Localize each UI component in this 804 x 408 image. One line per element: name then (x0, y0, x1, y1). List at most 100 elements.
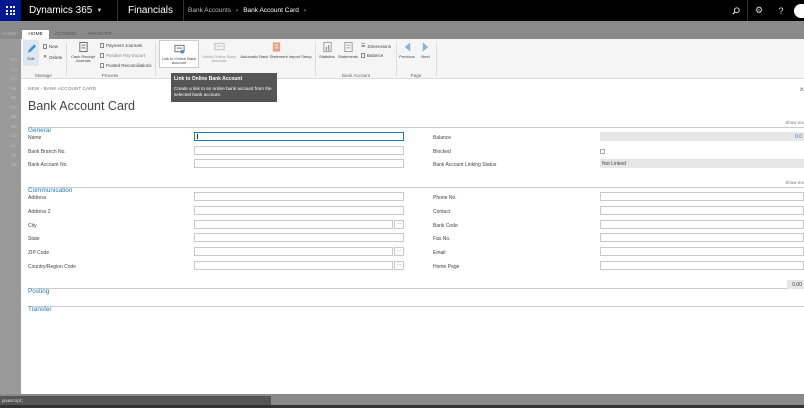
journal-icon (78, 41, 88, 53)
background-item: Cu (11, 66, 17, 72)
background-item: Ch (11, 76, 17, 81)
previous-button[interactable]: Previous (398, 41, 416, 59)
cash-receipt-journals-label: Cash Receipt Journals (70, 54, 95, 64)
statistics-label: Statistics (318, 54, 335, 59)
bank-account-no-label: Bank Account No. (28, 162, 68, 168)
country-region-code-field[interactable] (194, 261, 393, 270)
city-field[interactable] (194, 220, 393, 229)
bank-code-field[interactable] (600, 220, 804, 229)
statements-icon (343, 41, 353, 53)
bank-branch-no-label: Bank Branch No. (28, 149, 66, 155)
fasttab-transfer[interactable]: Transfer (28, 298, 804, 313)
background-item: Ca (11, 133, 17, 138)
address-2-field[interactable] (194, 206, 404, 215)
background-item: Pu (11, 104, 17, 110)
avatar[interactable] (794, 3, 804, 18)
show-more-link[interactable]: Show mo (785, 120, 804, 125)
unlink-online-bank-account-label: Unlink Online Bank Account (201, 54, 237, 64)
fasttab-transfer-title: Transfer (28, 306, 52, 313)
ribbon-group-page: Previous Next Page (397, 39, 435, 79)
positive-pay-export-button[interactable]: Positive Pay Export (100, 53, 145, 58)
breadcrumb-bank-accounts[interactable]: Bank Accounts (188, 7, 231, 14)
ribbon-group-manage: Edit New ✕ Delete Manage (21, 39, 66, 79)
new-button-label: New (49, 44, 59, 49)
show-more-link[interactable]: Show mo (785, 180, 804, 185)
zip-code-lookup-button[interactable]: ... (394, 247, 404, 256)
brand-menu[interactable]: Dynamics 365 ▼ (29, 5, 117, 16)
arrow-right-icon (422, 42, 429, 52)
name-label: Name (28, 135, 42, 141)
payment-journals-label: Payment Journals (106, 43, 143, 48)
contact-label: Contact (433, 209, 451, 215)
bank-branch-no-field[interactable] (194, 146, 404, 155)
name-field[interactable] (194, 132, 404, 141)
dimensions-icon: ☰ (361, 43, 366, 49)
automatic-bank-statement-import-setup-button[interactable]: Automatic Bank Statement Import Setup (239, 41, 313, 59)
statistics-button[interactable]: Statistics (318, 41, 336, 59)
address-field[interactable] (194, 192, 404, 201)
home-page-field[interactable] (600, 261, 804, 270)
dimensions-button[interactable]: ☰ Dimensions (361, 43, 391, 49)
new-button[interactable]: New (43, 44, 58, 49)
linking-status-label: Bank Account Linking Status (433, 162, 497, 168)
tooltip-body: Create a link to an online bank account … (174, 86, 272, 97)
background-item: Ja (11, 152, 16, 157)
contact-field[interactable] (600, 206, 804, 215)
fasttab-posting[interactable]: Posting (28, 280, 804, 295)
ribbon-group-label: Page (410, 73, 422, 78)
divider (183, 0, 185, 21)
background-item: Ge (11, 161, 18, 167)
app-launcher-button[interactable] (0, 0, 21, 21)
delete-button[interactable]: ✕ Delete (43, 54, 62, 60)
blocked-label: Blocked (433, 149, 451, 155)
email-field[interactable] (600, 247, 804, 256)
balance-button[interactable]: Balance (361, 53, 383, 58)
tab-home[interactable]: HOME (22, 30, 49, 39)
tab-actions[interactable]: ACTIONS (49, 30, 82, 39)
state-field[interactable] (194, 233, 404, 242)
close-button[interactable]: × (799, 85, 804, 94)
arrow-left-icon (404, 42, 410, 52)
statements-button[interactable]: Statements (337, 41, 359, 59)
next-button[interactable]: Next (417, 41, 434, 59)
breadcrumb-bank-account-card[interactable]: Bank Account Card (243, 7, 299, 14)
zip-code-field[interactable] (194, 247, 393, 256)
blocked-checkbox[interactable] (600, 149, 605, 154)
city-lookup-button[interactable]: ... (394, 220, 404, 229)
background-item: Ite (11, 95, 17, 100)
edit-button[interactable]: Edit (23, 40, 39, 66)
cash-receipt-journals-button[interactable]: Cash Receipt Journals (69, 41, 97, 64)
ribbon-tabs: HOME HOME ACTIONS NAVIGATE (0, 30, 118, 39)
help-button[interactable]: ? (770, 0, 792, 21)
app-name[interactable]: Financials (128, 5, 173, 16)
bank-account-no-field[interactable] (194, 159, 404, 168)
fasttab-general[interactable]: General Show mo (28, 119, 804, 134)
posted-reconciliations-button[interactable]: Posted Reconciliations (100, 63, 152, 68)
fax-no-field[interactable] (600, 233, 804, 242)
ribbon-group-bank-account: Statistics Statements ☰ Dimensions Balanc… (316, 39, 396, 79)
fax-no-label: Fax No. (433, 236, 451, 242)
tooltip-title: Link to Online Bank Account (174, 76, 243, 82)
link-to-online-bank-account-button[interactable]: Link to Online Bank Account (159, 40, 199, 68)
country-lookup-button[interactable]: ... (394, 261, 404, 270)
chevron-right-icon: › (236, 7, 239, 14)
close-icon: × (799, 85, 804, 94)
ribbon-group-label: Process (101, 73, 119, 78)
search-button[interactable] (725, 0, 747, 21)
gear-icon: ⚙ (754, 5, 764, 15)
background-item: Ve (11, 85, 17, 91)
fasttab-general-title: General (28, 127, 51, 134)
link-to-online-bank-account-label: Link to Online Bank Account (161, 56, 197, 66)
payment-journals-button[interactable]: Payment Journals (100, 43, 142, 48)
settings-button[interactable]: ⚙ (748, 0, 770, 21)
help-icon: ? (778, 5, 784, 16)
fasttab-communication[interactable]: Communication Show mo (28, 179, 804, 194)
unlink-online-bank-account-button[interactable]: Unlink Online Bank Account (201, 41, 237, 64)
balance-value[interactable]: 0.0 (600, 132, 804, 141)
tab-navigate[interactable]: NAVIGATE (82, 30, 118, 39)
brand-name: Dynamics 365 (29, 5, 93, 16)
posting-value: 0.00 (787, 280, 804, 289)
phone-no-field[interactable] (600, 192, 804, 201)
page-title: Bank Account Card (28, 99, 136, 113)
chevron-right-icon: › (303, 7, 307, 14)
